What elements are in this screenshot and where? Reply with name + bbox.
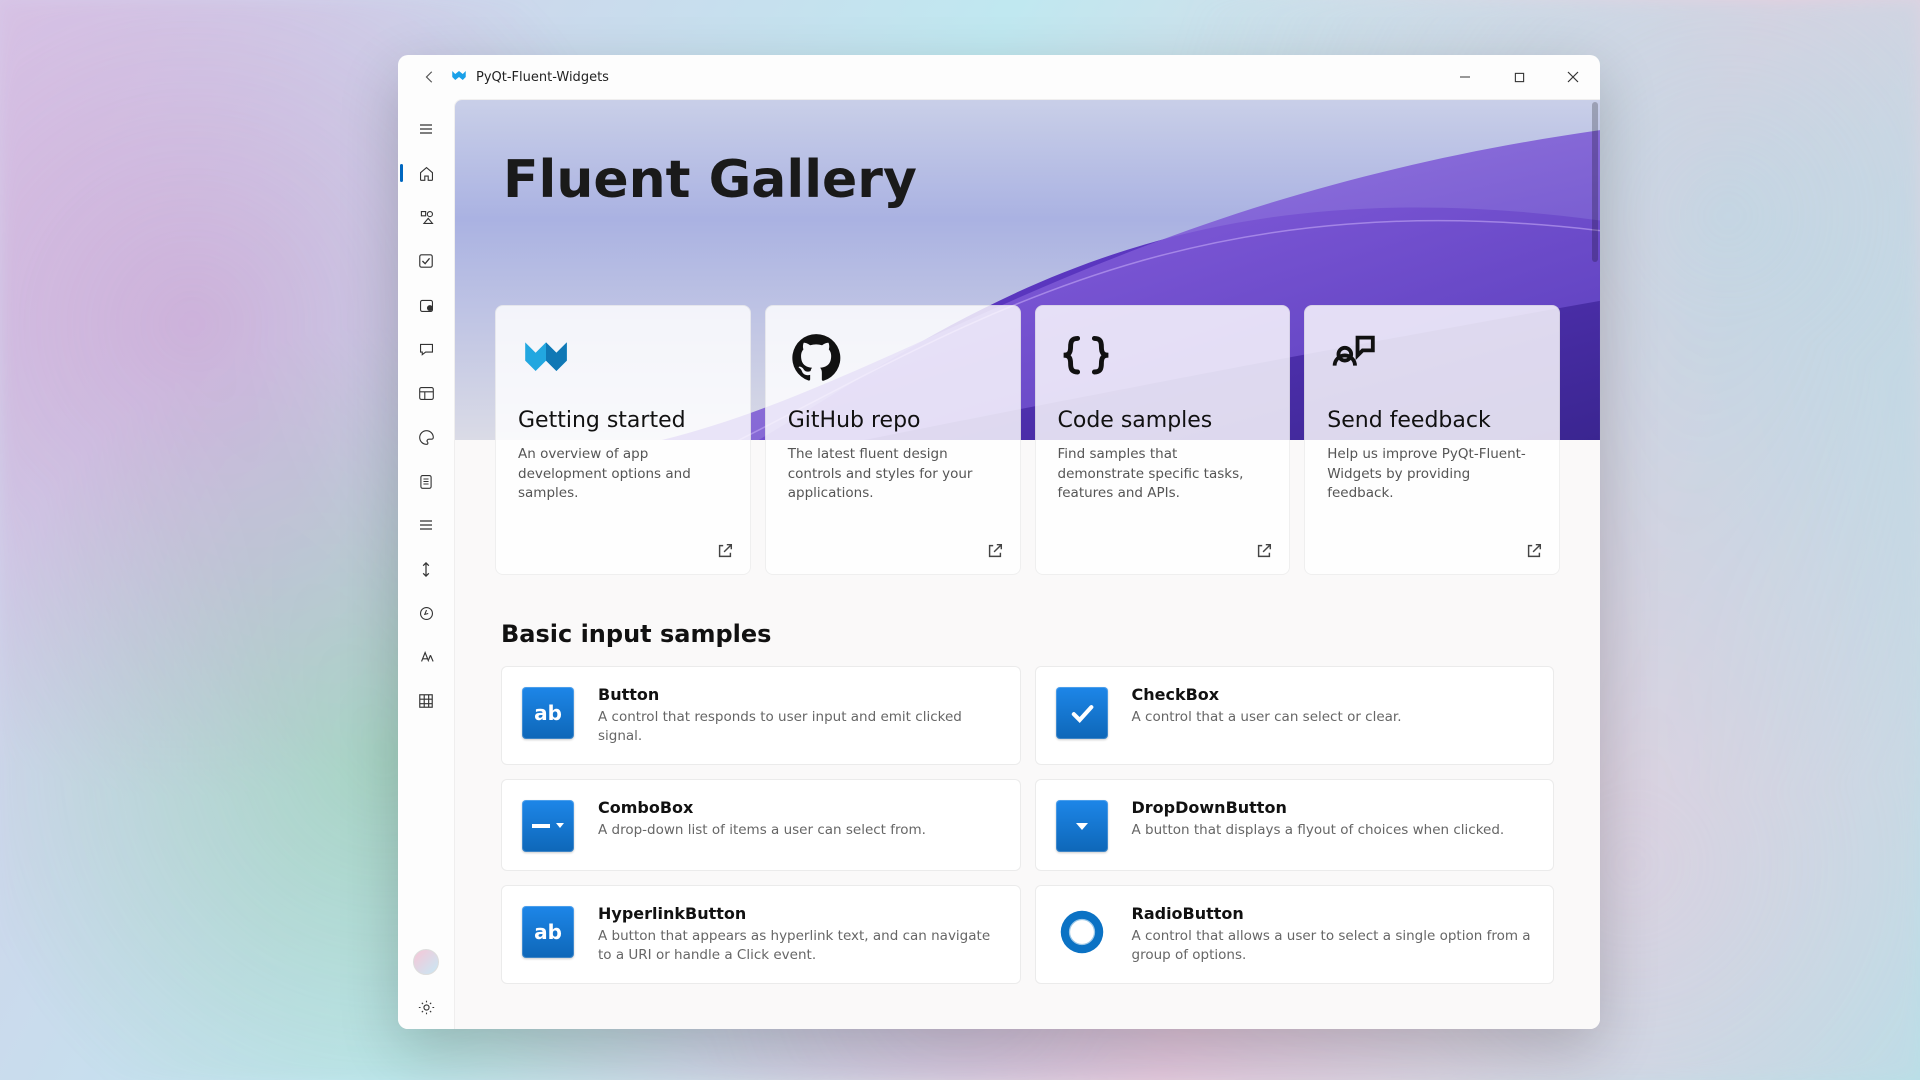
gear-icon bbox=[418, 999, 435, 1016]
link-card-desc: Help us improve PyQt-Fluent-Widgets by p… bbox=[1327, 445, 1537, 504]
hyperlink-sample-icon: ab bbox=[522, 906, 574, 958]
sample-card-radiobutton[interactable]: RadioButton A control that allows a user… bbox=[1035, 885, 1555, 984]
app-logo-icon bbox=[450, 68, 468, 86]
scroll-icon bbox=[418, 561, 434, 578]
sample-desc: A control that a user can select or clea… bbox=[1132, 708, 1402, 727]
combobox-sample-icon bbox=[522, 800, 574, 852]
app-window: PyQt-Fluent-Widgets bbox=[398, 55, 1600, 1029]
sample-title: CheckBox bbox=[1132, 685, 1402, 704]
nav-scrolling[interactable] bbox=[406, 550, 446, 588]
sample-title: HyperlinkButton bbox=[598, 904, 1000, 923]
external-link-icon bbox=[986, 542, 1004, 560]
link-card-title: Code samples bbox=[1058, 408, 1268, 433]
nav-hamburger[interactable] bbox=[406, 110, 446, 148]
minimize-button[interactable] bbox=[1438, 55, 1492, 99]
link-card-code-samples[interactable]: Code samples Find samples that demonstra… bbox=[1035, 305, 1291, 575]
checkbox-sample-icon bbox=[1056, 687, 1108, 739]
sample-desc: A button that appears as hyperlink text,… bbox=[598, 927, 1000, 965]
scrollbar-track bbox=[1592, 102, 1598, 1027]
nav-icons[interactable] bbox=[406, 198, 446, 236]
sample-title: Button bbox=[598, 685, 1000, 704]
external-link-icon bbox=[1255, 542, 1273, 560]
section-title: Basic input samples bbox=[501, 620, 1600, 648]
link-card-feedback[interactable]: Send feedback Help us improve PyQt-Fluen… bbox=[1304, 305, 1560, 575]
feedback-icon bbox=[1327, 330, 1383, 386]
checkbox-icon bbox=[418, 253, 434, 269]
grid-icon bbox=[418, 693, 434, 709]
sample-desc: A button that displays a flyout of choic… bbox=[1132, 821, 1505, 840]
sample-desc: A control that allows a user to select a… bbox=[1132, 927, 1534, 965]
radio-sample-icon bbox=[1056, 906, 1108, 958]
link-card-title: Send feedback bbox=[1327, 408, 1537, 433]
nav-menus[interactable] bbox=[406, 462, 446, 500]
nav-settings[interactable] bbox=[406, 988, 446, 1026]
link-cards-row: Getting started An overview of app devel… bbox=[495, 305, 1560, 575]
sidebar bbox=[398, 99, 454, 1029]
scrollbar-thumb[interactable] bbox=[1592, 102, 1598, 262]
external-link-icon bbox=[1525, 542, 1543, 560]
getting-started-icon bbox=[518, 330, 574, 386]
nav-dialogs[interactable] bbox=[406, 330, 446, 368]
link-card-desc: The latest fluent design controls and st… bbox=[788, 445, 998, 504]
dropdown-sample-icon bbox=[1056, 800, 1108, 852]
link-card-title: Getting started bbox=[518, 408, 728, 433]
nav-date-time[interactable] bbox=[406, 286, 446, 324]
layout-icon bbox=[418, 385, 435, 402]
link-card-github[interactable]: GitHub repo The latest fluent design con… bbox=[765, 305, 1021, 575]
external-link-icon bbox=[716, 542, 734, 560]
close-icon bbox=[1567, 71, 1579, 83]
palette-icon bbox=[418, 429, 435, 446]
sample-title: DropDownButton bbox=[1132, 798, 1505, 817]
maximize-button[interactable] bbox=[1492, 55, 1546, 99]
status-icon bbox=[418, 605, 435, 622]
sample-card-button[interactable]: ab Button A control that responds to use… bbox=[501, 666, 1021, 765]
chat-icon bbox=[418, 341, 435, 358]
link-card-getting-started[interactable]: Getting started An overview of app devel… bbox=[495, 305, 751, 575]
back-button[interactable] bbox=[414, 61, 446, 93]
nav-home[interactable] bbox=[406, 154, 446, 192]
nav-avatar[interactable] bbox=[406, 942, 446, 982]
sample-card-dropdownbutton[interactable]: DropDownButton A button that displays a … bbox=[1035, 779, 1555, 871]
code-braces-icon bbox=[1058, 330, 1114, 386]
close-button[interactable] bbox=[1546, 55, 1600, 99]
hero-title: Fluent Gallery bbox=[503, 150, 917, 210]
sample-grid: ab Button A control that responds to use… bbox=[455, 666, 1600, 984]
hamburger-icon bbox=[418, 121, 434, 137]
list-icon bbox=[418, 517, 434, 533]
maximize-icon bbox=[1514, 72, 1525, 83]
titlebar: PyQt-Fluent-Widgets bbox=[398, 55, 1600, 99]
nav-status[interactable] bbox=[406, 594, 446, 632]
sample-title: ComboBox bbox=[598, 798, 926, 817]
minimize-icon bbox=[1459, 71, 1471, 83]
link-card-desc: Find samples that demonstrate specific t… bbox=[1058, 445, 1268, 504]
button-sample-icon: ab bbox=[522, 687, 574, 739]
nav-text[interactable] bbox=[406, 638, 446, 676]
content-scroll[interactable]: Fluent Gallery Getting started An overvi… bbox=[455, 100, 1600, 1029]
link-card-desc: An overview of app development options a… bbox=[518, 445, 728, 504]
nav-basic-input[interactable] bbox=[406, 242, 446, 280]
nav-navigation[interactable] bbox=[406, 506, 446, 544]
app-title: PyQt-Fluent-Widgets bbox=[476, 70, 609, 85]
sample-card-hyperlinkbutton[interactable]: ab HyperlinkButton A button that appears… bbox=[501, 885, 1021, 984]
sample-desc: A control that responds to user input an… bbox=[598, 708, 1000, 746]
text-icon bbox=[418, 649, 434, 665]
sample-card-checkbox[interactable]: CheckBox A control that a user can selec… bbox=[1035, 666, 1555, 765]
nav-material[interactable] bbox=[406, 418, 446, 456]
sample-card-combobox[interactable]: ComboBox A drop-down list of items a use… bbox=[501, 779, 1021, 871]
sample-title: RadioButton bbox=[1132, 904, 1534, 923]
back-arrow-icon bbox=[423, 70, 437, 84]
clipboard-icon bbox=[418, 473, 434, 490]
link-card-title: GitHub repo bbox=[788, 408, 998, 433]
content-area: Fluent Gallery Getting started An overvi… bbox=[454, 99, 1600, 1029]
avatar-icon bbox=[413, 949, 439, 975]
nav-view[interactable] bbox=[406, 682, 446, 720]
nav-layout[interactable] bbox=[406, 374, 446, 412]
shapes-icon bbox=[418, 209, 435, 226]
home-icon bbox=[418, 165, 435, 182]
sample-desc: A drop-down list of items a user can sel… bbox=[598, 821, 926, 840]
calendar-icon bbox=[418, 297, 435, 314]
github-icon bbox=[788, 330, 844, 386]
